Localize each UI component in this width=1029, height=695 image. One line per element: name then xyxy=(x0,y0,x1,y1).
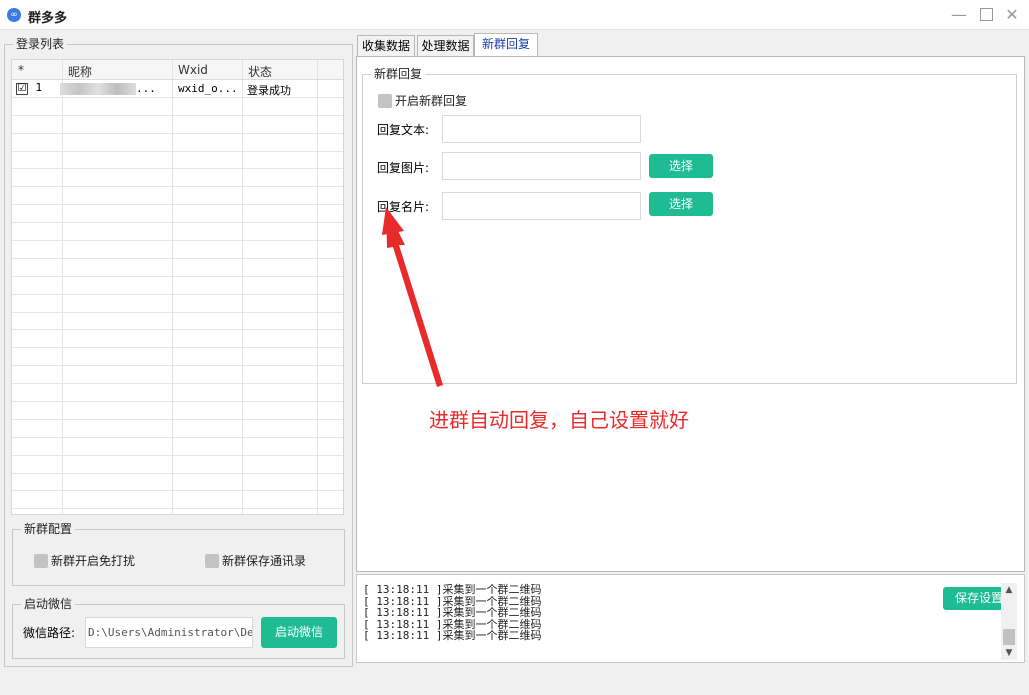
empty-table-row xyxy=(12,384,343,403)
title-bar: ∞ 群多多 — ✕ xyxy=(0,0,1029,30)
login-list-legend: 登录列表 xyxy=(13,37,68,51)
empty-table-row xyxy=(12,205,343,224)
empty-table-row xyxy=(12,276,343,295)
reply-image-label: 回复图片: xyxy=(377,161,430,175)
tab-collect-data[interactable]: 收集数据 xyxy=(357,35,415,57)
empty-table-row xyxy=(12,348,343,367)
wechat-path-input[interactable]: D:\Users\Administrator\Desktop xyxy=(85,617,253,648)
login-list-table[interactable]: * 昵称 Wxid 状态 ☑ 1 ... wxid_o... 登录成功 xyxy=(11,59,344,515)
empty-table-row xyxy=(12,294,343,313)
empty-table-row xyxy=(12,169,343,188)
reply-image-input[interactable] xyxy=(442,152,641,180)
link-icon: ∞ xyxy=(7,8,21,22)
annotation-arrow xyxy=(382,207,443,387)
empty-table-row xyxy=(12,312,343,331)
column-header-index[interactable]: * xyxy=(18,63,24,77)
table-header: * 昵称 Wxid 状态 xyxy=(12,60,343,80)
checkbox-box xyxy=(205,553,219,568)
column-header-wxid[interactable]: Wxid xyxy=(178,63,208,77)
column-header-status[interactable]: 状态 xyxy=(248,63,272,80)
select-card-button[interactable]: 选择 xyxy=(649,192,713,216)
enable-new-group-reply-label: 开启新群回复 xyxy=(395,94,468,108)
empty-table-row xyxy=(12,509,343,514)
checkbox-box xyxy=(378,93,392,108)
minimize-icon[interactable]: — xyxy=(950,6,968,24)
log-scrollbar[interactable]: ▲ ▼ xyxy=(1001,583,1017,660)
mute-new-group-checkbox[interactable]: 新群开启免打扰 xyxy=(34,552,135,569)
empty-table-row xyxy=(12,473,343,492)
launch-wechat-legend: 启动微信 xyxy=(21,597,76,611)
row-status: 登录成功 xyxy=(247,84,291,97)
empty-table-row xyxy=(12,258,343,277)
log-line: [ 13:18:11 ]采集到一个群二维码 xyxy=(363,583,542,596)
row-wxid: wxid_o... xyxy=(178,82,238,95)
launch-wechat-button[interactable]: 启动微信 xyxy=(261,617,337,648)
blurred-nickname xyxy=(60,83,136,95)
new-group-reply-legend: 新群回复 xyxy=(371,67,426,81)
empty-table-row xyxy=(12,455,343,474)
empty-table-row xyxy=(12,437,343,456)
scroll-up-icon[interactable]: ▲ xyxy=(1001,583,1017,597)
row-nickname-suffix: ... xyxy=(136,82,156,95)
select-image-button[interactable]: 选择 xyxy=(649,154,713,178)
wechat-path-label: 微信路径: xyxy=(23,626,76,640)
save-contacts-label: 新群保存通讯录 xyxy=(222,554,307,568)
table-row[interactable]: ☑ 1 ... wxid_o... 登录成功 xyxy=(12,80,343,98)
column-header-nickname[interactable]: 昵称 xyxy=(68,63,92,80)
reply-text-label: 回复文本: xyxy=(377,123,430,137)
save-contacts-checkbox[interactable]: 新群保存通讯录 xyxy=(205,552,306,569)
tab-process-data[interactable]: 处理数据 xyxy=(417,35,474,57)
row-index: 1 xyxy=(35,81,43,94)
reply-card-input[interactable] xyxy=(442,192,641,220)
log-line: [ 13:18:11 ]采集到一个群二维码 xyxy=(363,629,542,642)
scroll-thumb[interactable] xyxy=(1003,629,1015,645)
empty-table-row xyxy=(12,330,343,349)
reply-text-input[interactable] xyxy=(442,115,641,143)
empty-table-row xyxy=(12,223,343,242)
row-checkbox[interactable]: ☑ xyxy=(16,83,28,95)
close-icon[interactable]: ✕ xyxy=(1003,6,1021,24)
maximize-icon[interactable] xyxy=(977,6,995,24)
log-panel: [ 13:18:11 ]采集到一个群二维码 [ 13:18:11 ]采集到一个群… xyxy=(356,574,1025,663)
empty-table-row xyxy=(12,402,343,420)
empty-table-row xyxy=(12,97,343,116)
empty-table-row xyxy=(12,187,343,206)
empty-table-row xyxy=(12,419,343,438)
empty-table-row xyxy=(12,151,343,170)
empty-table-row xyxy=(12,366,343,385)
empty-table-row xyxy=(12,241,343,259)
mute-new-group-label: 新群开启免打扰 xyxy=(51,554,136,568)
checkbox-box xyxy=(34,553,48,568)
new-group-config-legend: 新群配置 xyxy=(21,522,76,536)
log-line: [ 13:18:11 ]采集到一个群二维码 xyxy=(363,606,542,619)
window-title: 群多多 xyxy=(28,11,68,26)
empty-table-row xyxy=(12,115,343,134)
empty-table-row xyxy=(12,133,343,152)
scroll-down-icon[interactable]: ▼ xyxy=(1001,646,1017,660)
log-lines: [ 13:18:11 ]采集到一个群二维码 [ 13:18:11 ]采集到一个群… xyxy=(363,584,541,642)
enable-new-group-reply-checkbox[interactable]: 开启新群回复 xyxy=(378,92,467,109)
annotation-text: 进群自动回复，自己设置就好 xyxy=(429,408,689,432)
empty-table-row xyxy=(12,491,343,510)
tab-new-group-reply[interactable]: 新群回复 xyxy=(474,33,538,56)
